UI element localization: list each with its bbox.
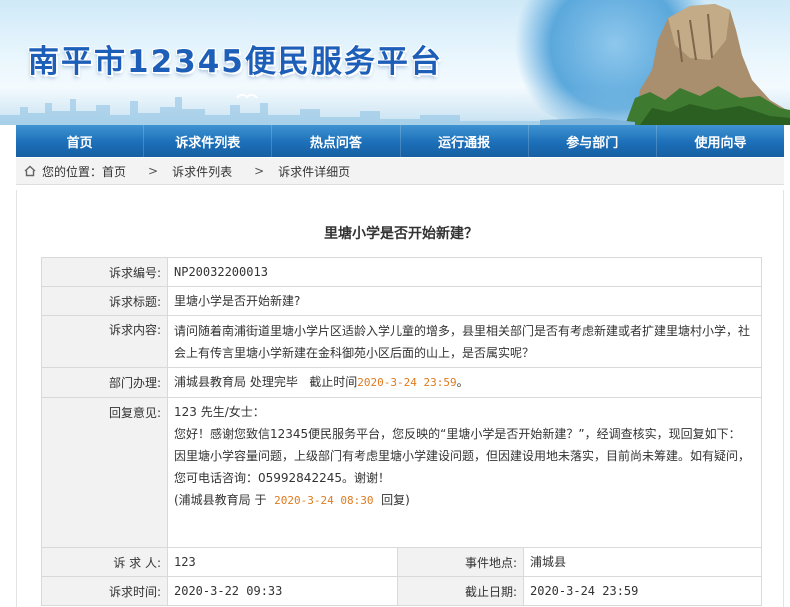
main-nav: 首页 诉求件列表 热点问答 运行通报 参与部门 使用向导: [16, 125, 784, 157]
content-value: 请问随着南浦街道里塘小学片区适龄入学儿童的增多，县里相关部门是否有考虑新建或者扩…: [167, 315, 762, 368]
breadcrumb-current: 诉求件详细页: [278, 164, 351, 179]
deadline-suffix: 。: [456, 375, 469, 389]
petitioner-label: 诉 求 人:: [41, 547, 168, 577]
reply-sign-suffix: 回复): [381, 493, 410, 507]
location-label: 事件地点:: [397, 547, 524, 577]
nav-item-home[interactable]: 首页: [16, 125, 145, 157]
table-row: 诉求标题: 里塘小学是否开始新建?: [41, 286, 762, 316]
home-icon: [24, 165, 36, 177]
table-row: 诉求时间: 2020-3-22 09:33 截止日期: 2020-3-24 23…: [41, 576, 762, 606]
breadcrumb-separator: >: [148, 164, 159, 178]
time-label: 诉求时间:: [41, 576, 168, 606]
dept-status: 浦城县教育局 处理完毕: [174, 375, 298, 389]
dept-value: 浦城县教育局 处理完毕 截止时间2020-3-24 23:59。: [167, 367, 762, 398]
reply-line: 因里塘小学容量问题，上级部门有考虑里塘小学建设问题，但因建设用地未落实，目前尚未…: [174, 449, 751, 463]
reply-value: 123 先生/女士： 您好！感谢您致信12345便民服务平台，您反映的“里塘小学…: [167, 397, 762, 548]
table-row: 诉 求 人: 123 事件地点: 浦城县: [41, 547, 762, 577]
table-row: 回复意见: 123 先生/女士： 您好！感谢您致信12345便民服务平台，您反映…: [41, 397, 762, 548]
reply-sign-prefix: (浦城县教育局 于: [174, 493, 267, 507]
breadcrumb-separator: >: [254, 164, 265, 178]
content-line: 请问随着南浦街道里塘小学片区适龄入学儿童的增多，县里相关部门是否有考虑新建或者扩…: [174, 323, 751, 338]
table-row: 部门办理: 浦城县教育局 处理完毕 截止时间2020-3-24 23:59。: [41, 367, 762, 398]
subject-value: 里塘小学是否开始新建?: [167, 286, 762, 316]
breadcrumb-list-link[interactable]: 诉求件列表: [172, 163, 232, 180]
content-frame: 里塘小学是否开始新建？ 诉求编号: NP20032200013 诉求标题: 里塘…: [16, 190, 784, 607]
petitioner-value: 123: [167, 547, 398, 577]
nav-item-hot-qa[interactable]: 热点问答: [272, 125, 401, 157]
due-label: 截止日期:: [397, 576, 524, 606]
reply-label: 回复意见:: [41, 397, 168, 548]
reply-sign-time: 2020-3-24 08:30: [274, 494, 374, 507]
deadline-prefix: 截止时间: [309, 375, 358, 389]
deadline-time: 2020-3-24 23:59: [357, 376, 457, 389]
location-value: 浦城县: [523, 547, 762, 577]
table-row: 诉求编号: NP20032200013: [41, 257, 762, 287]
nav-item-petition-list[interactable]: 诉求件列表: [144, 125, 273, 157]
breadcrumb: 您的位置： 首页 > 诉求件列表 > 诉求件详细页: [16, 158, 784, 185]
content-label: 诉求内容:: [41, 315, 168, 368]
reply-line: 您好！感谢您致信12345便民服务平台，您反映的“里塘小学是否开始新建？”，经调…: [174, 427, 741, 441]
petition-detail-table: 诉求编号: NP20032200013 诉求标题: 里塘小学是否开始新建? 诉求…: [41, 257, 762, 606]
breadcrumb-home-link[interactable]: 首页: [102, 163, 126, 180]
due-value: 2020-3-24 23:59: [523, 576, 762, 606]
table-row: 诉求内容: 请问随着南浦街道里塘小学片区适龄入学儿童的增多，县里相关部门是否有考…: [41, 315, 762, 368]
number-label: 诉求编号:: [41, 257, 168, 287]
reply-signature: (浦城县教育局 于 2020-3-24 08:30 回复): [174, 489, 755, 512]
header-banner: 南平市12345便民服务平台: [0, 0, 790, 125]
mountain-graphic: [540, 4, 790, 125]
time-value: 2020-3-22 09:33: [167, 576, 398, 606]
subject-label: 诉求标题:: [41, 286, 168, 316]
site-title: 南平市12345便民服务平台: [28, 44, 443, 80]
breadcrumb-prefix: 您的位置：: [42, 164, 103, 179]
nav-item-departments[interactable]: 参与部门: [529, 125, 657, 157]
reply-line: 您可电话咨询：05992842245。谢谢！: [174, 471, 390, 485]
dept-label: 部门办理:: [41, 367, 168, 398]
reply-greeting: 123 先生/女士：: [174, 405, 265, 419]
nav-item-guide[interactable]: 使用向导: [657, 125, 784, 157]
nav-item-reports[interactable]: 运行通报: [401, 125, 529, 157]
content-line: 会上有传言里塘小学新建在金科御苑小区后面的山上，是否属实呢？: [174, 345, 535, 360]
number-value: NP20032200013: [167, 257, 762, 287]
bird-graphic: [236, 93, 258, 99]
page-title: 里塘小学是否开始新建？: [324, 226, 478, 242]
